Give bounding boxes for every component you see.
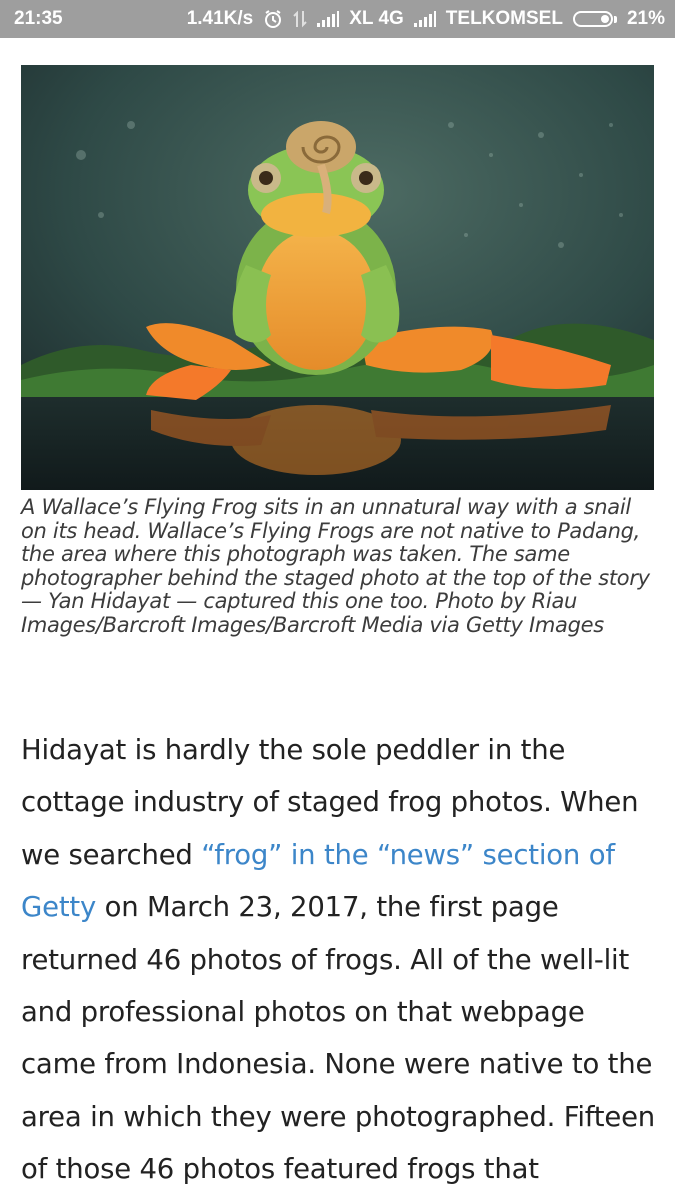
signal-icon: [413, 11, 436, 27]
photo-caption: A Wallace’s Flying Frog sits in an unnat…: [21, 495, 650, 637]
battery-percent: 21%: [626, 8, 665, 29]
frog-photo[interactable]: [21, 65, 654, 490]
carrier-1: XL 4G: [349, 8, 404, 29]
carrier-2: TELKOMSEL: [445, 8, 563, 29]
frog-photo-illustration: [21, 65, 654, 490]
paragraph-text-end: on March 23, 2017, the first page return…: [21, 891, 656, 1186]
status-time: 21:35: [14, 8, 63, 29]
status-bar: 21:35 1.41K/s XL 4G TELKOMSEL 21%: [0, 0, 675, 38]
battery-icon: [572, 11, 617, 27]
data-arrows-icon: [293, 9, 307, 29]
alarm-icon: [263, 9, 283, 29]
status-right-group: 1.41K/s XL 4G TELKOMSEL 21%: [187, 8, 665, 30]
signal-icon: [317, 11, 340, 27]
article-paragraph: Hidayat is hardly the sole peddler in th…: [21, 724, 661, 1196]
network-speed: 1.41K/s: [186, 8, 254, 29]
